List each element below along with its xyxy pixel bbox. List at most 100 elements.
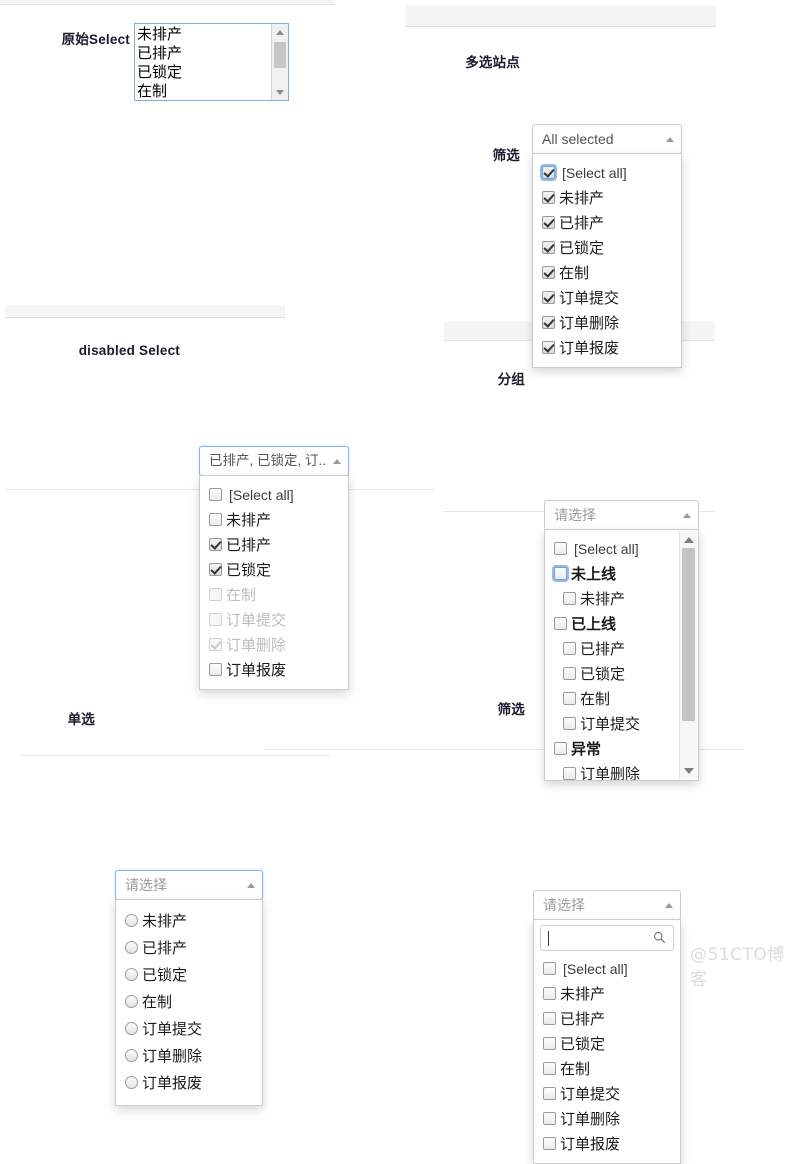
- menu-group-header[interactable]: 异常: [545, 736, 680, 761]
- menu-group-header[interactable]: 已上线: [545, 611, 680, 636]
- checkbox-icon[interactable]: [554, 617, 567, 630]
- checkbox-icon[interactable]: [563, 592, 576, 605]
- menu-item[interactable]: 订单提交: [116, 1015, 262, 1042]
- checkbox-icon[interactable]: [543, 962, 556, 975]
- single-select[interactable]: 请选择 未排产 已排产 已锁定 在制 订单提交 订单删除 订单报废: [115, 870, 263, 1106]
- menu-item-select-all[interactable]: [Select all]: [545, 536, 680, 561]
- checkbox-icon[interactable]: [542, 216, 555, 229]
- menu-item-select-all[interactable]: [Select all]: [200, 482, 348, 507]
- menu-item[interactable]: 订单报废: [116, 1069, 262, 1096]
- multi-site-toggle[interactable]: All selected: [532, 124, 682, 154]
- single-select-menu[interactable]: 未排产 已排产 已锁定 在制 订单提交 订单删除 订单报废: [115, 899, 263, 1106]
- checkbox-icon[interactable]: [554, 542, 567, 555]
- menu-item[interactable]: 订单删除: [116, 1042, 262, 1069]
- native-multiple-select[interactable]: 未排产 已排产 已锁定 在制: [134, 23, 289, 101]
- radio-icon[interactable]: [125, 914, 138, 927]
- native-select-options[interactable]: 未排产 已排产 已锁定 在制: [135, 25, 271, 100]
- checkbox-icon[interactable]: [554, 742, 567, 755]
- native-option[interactable]: 在制: [135, 82, 271, 100]
- scroll-down-arrow-icon[interactable]: [272, 85, 288, 99]
- native-option[interactable]: 已排产: [135, 44, 271, 63]
- checkbox-icon[interactable]: [209, 663, 222, 676]
- menu-item[interactable]: 未排产: [545, 586, 680, 611]
- menu-group-header[interactable]: 未上线: [545, 561, 680, 586]
- checkbox-icon[interactable]: [542, 341, 555, 354]
- checkbox-icon[interactable]: [542, 191, 555, 204]
- menu-item[interactable]: 订单提交: [533, 285, 681, 310]
- menu-item[interactable]: 未排产: [533, 185, 681, 210]
- checkbox-icon[interactable]: [552, 565, 569, 582]
- menu-item[interactable]: 已排产: [116, 934, 262, 961]
- menu-item[interactable]: 在制: [534, 1056, 680, 1081]
- checkbox-icon[interactable]: [542, 291, 555, 304]
- checkbox-icon[interactable]: [543, 1012, 556, 1025]
- checkbox-icon[interactable]: [543, 1037, 556, 1050]
- menu-item[interactable]: 已排产: [533, 210, 681, 235]
- checkbox-icon[interactable]: [543, 1112, 556, 1125]
- disabled-select-toggle[interactable]: 已排产, 已锁定, 订..: [199, 446, 349, 476]
- menu-item-select-all[interactable]: [Select all]: [533, 160, 681, 185]
- menu-item[interactable]: 订单删除: [533, 310, 681, 335]
- checkbox-icon[interactable]: [543, 1087, 556, 1100]
- checkbox-icon[interactable]: [543, 1062, 556, 1075]
- menu-item[interactable]: 订单提交: [534, 1081, 680, 1106]
- menu-item[interactable]: 订单删除: [534, 1106, 680, 1131]
- single-select-toggle[interactable]: 请选择: [115, 870, 263, 900]
- checkbox-icon[interactable]: [209, 563, 222, 576]
- checkbox-icon[interactable]: [540, 164, 557, 181]
- checkbox-icon[interactable]: [209, 538, 222, 551]
- checkbox-icon[interactable]: [209, 488, 222, 501]
- menu-item[interactable]: 订单删除: [545, 761, 680, 780]
- menu-item[interactable]: 在制: [545, 686, 680, 711]
- menu-item[interactable]: 已锁定: [116, 961, 262, 988]
- checkbox-icon[interactable]: [542, 241, 555, 254]
- native-option[interactable]: 已锁定: [135, 63, 271, 82]
- filter-search-box[interactable]: [540, 925, 674, 951]
- radio-icon[interactable]: [125, 995, 138, 1008]
- menu-item[interactable]: 未排产: [116, 907, 262, 934]
- group-select-menu[interactable]: [Select all] 未上线 未排产 已上线 已排产 已锁定 在制 订单提交…: [544, 529, 699, 781]
- checkbox-icon[interactable]: [563, 642, 576, 655]
- filter-select-menu[interactable]: [Select all] 未排产 已排产 已锁定 在制 订单提交 订单删除 订单…: [533, 919, 681, 1164]
- menu-item[interactable]: 未排产: [534, 981, 680, 1006]
- radio-icon[interactable]: [125, 968, 138, 981]
- checkbox-icon[interactable]: [563, 692, 576, 705]
- group-select[interactable]: 请选择 [Select all] 未上线 未排产 已上线 已排产 已锁定 在制 …: [544, 500, 699, 781]
- menu-item-select-all[interactable]: [Select all]: [534, 956, 680, 981]
- group-menu-scrollbar[interactable]: [679, 531, 697, 779]
- native-option[interactable]: 未排产: [135, 25, 271, 44]
- menu-item[interactable]: 订单报废: [200, 657, 348, 682]
- disabled-select[interactable]: 已排产, 已锁定, 订.. [Select all] 未排产 已排产 已锁定 在…: [199, 446, 349, 690]
- checkbox-icon[interactable]: [542, 316, 555, 329]
- menu-item[interactable]: 已排产: [545, 636, 680, 661]
- menu-item[interactable]: 已锁定: [545, 661, 680, 686]
- checkbox-icon[interactable]: [563, 717, 576, 730]
- filter-select[interactable]: 请选择 [Select all] 未排产 已排产 已锁定 在制 订单提交 订单删…: [533, 890, 681, 1164]
- menu-item[interactable]: 订单报废: [534, 1131, 680, 1156]
- checkbox-icon[interactable]: [563, 667, 576, 680]
- checkbox-icon[interactable]: [209, 513, 222, 526]
- menu-item[interactable]: 订单报废: [533, 335, 681, 360]
- scroll-down-arrow-icon[interactable]: [680, 763, 697, 778]
- group-select-toggle[interactable]: 请选择: [544, 500, 699, 530]
- checkbox-icon[interactable]: [542, 266, 555, 279]
- checkbox-icon[interactable]: [563, 767, 576, 780]
- search-icon[interactable]: [653, 931, 666, 944]
- filter-select-toggle[interactable]: 请选择: [533, 890, 681, 920]
- radio-icon[interactable]: [125, 1076, 138, 1089]
- native-select-scrollbar[interactable]: [271, 24, 288, 100]
- checkbox-icon[interactable]: [543, 987, 556, 1000]
- scrollbar-thumb[interactable]: [274, 42, 286, 68]
- radio-icon[interactable]: [125, 1022, 138, 1035]
- scrollbar-thumb[interactable]: [682, 548, 695, 721]
- disabled-select-menu[interactable]: [Select all] 未排产 已排产 已锁定 在制 订单提交 订单删除 订单…: [199, 475, 349, 690]
- multi-site-menu[interactable]: [Select all] 未排产 已排产 已锁定 在制 订单提交 订单删除 订单…: [532, 153, 682, 368]
- scroll-up-arrow-icon[interactable]: [272, 25, 288, 39]
- radio-icon[interactable]: [125, 941, 138, 954]
- menu-item[interactable]: 已锁定: [533, 235, 681, 260]
- menu-item[interactable]: 已排产: [534, 1006, 680, 1031]
- radio-icon[interactable]: [125, 1049, 138, 1062]
- menu-item[interactable]: 在制: [533, 260, 681, 285]
- checkbox-icon[interactable]: [543, 1137, 556, 1150]
- menu-item[interactable]: 已锁定: [534, 1031, 680, 1056]
